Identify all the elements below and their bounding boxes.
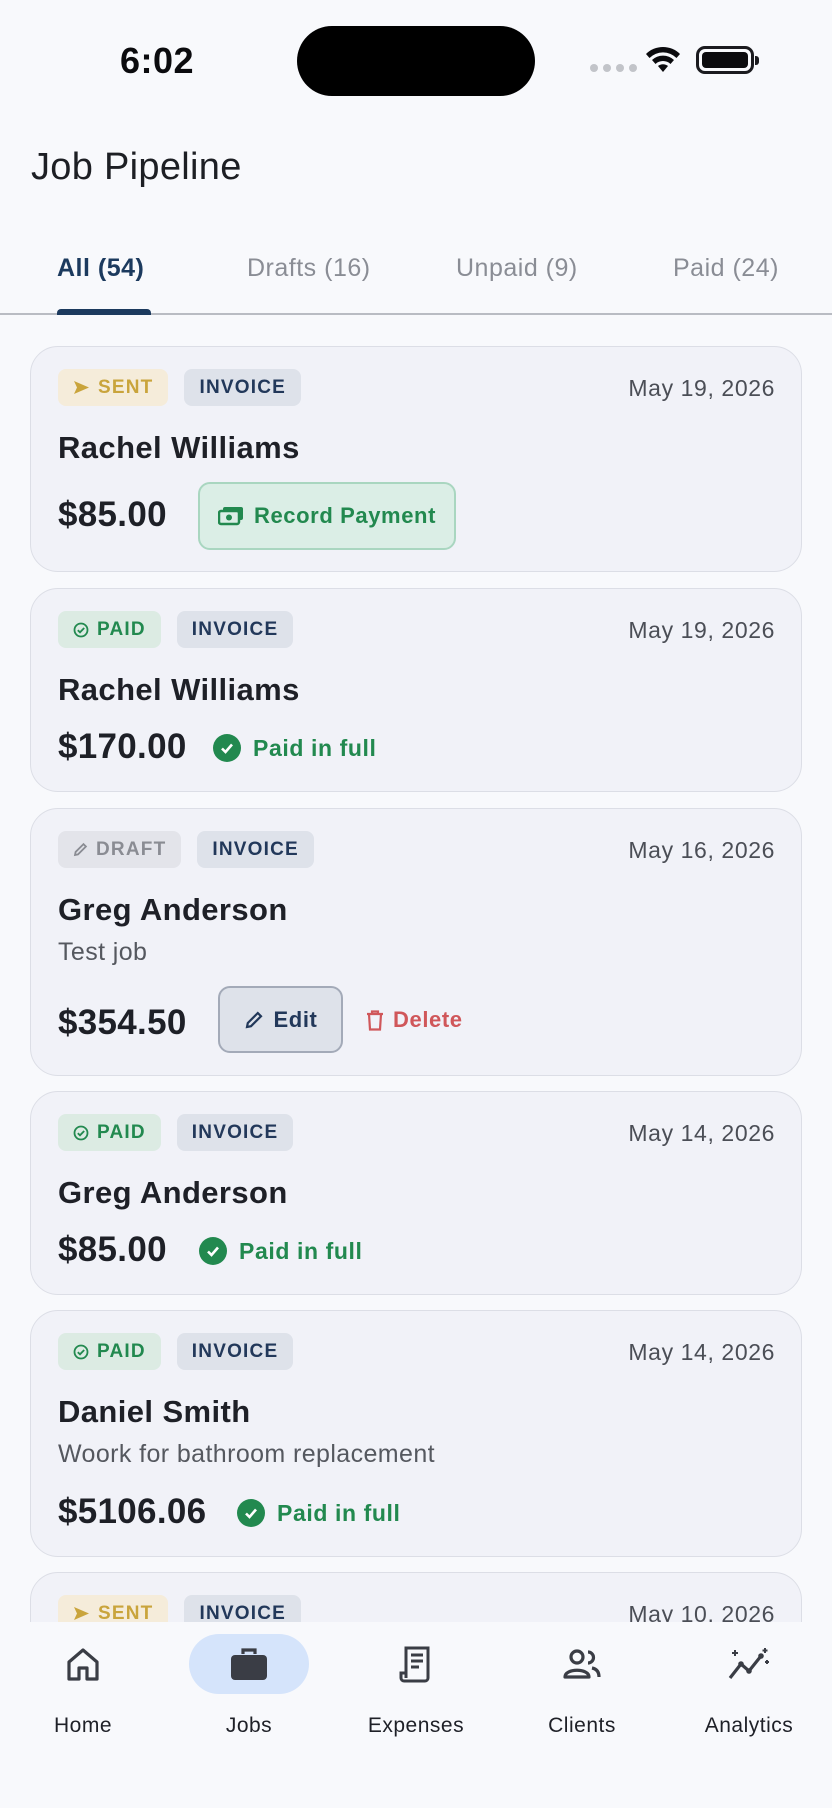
briefcase-icon	[231, 1648, 267, 1680]
check-circle-outline-icon	[73, 1125, 89, 1140]
send-icon	[74, 381, 89, 394]
job-amount: $354.50	[58, 1003, 187, 1042]
edit-button[interactable]: Edit	[218, 986, 343, 1053]
record-payment-button[interactable]: Record Payment	[198, 482, 456, 550]
status-badge: SENT	[58, 369, 169, 406]
job-amount: $5106.06	[58, 1492, 207, 1531]
check-circle-icon	[199, 1237, 227, 1265]
tab-paid[interactable]: Paid (24)	[673, 254, 779, 283]
type-badge: INVOICE	[176, 1114, 294, 1151]
job-date: May 14, 2026	[628, 1120, 775, 1146]
paid-in-full-status: Paid in full	[199, 1237, 362, 1265]
job-description: Woork for bathroom replacement	[58, 1440, 435, 1468]
nav-clients[interactable]: Clients	[499, 1622, 665, 1742]
job-card[interactable]: SENT INVOICE May 10, 2026	[30, 1572, 802, 1622]
trash-icon	[367, 1009, 383, 1031]
job-card[interactable]: DRAFT INVOICE May 16, 2026 Greg Anderson…	[30, 808, 802, 1076]
client-name: Daniel Smith	[58, 1394, 251, 1429]
job-date: May 19, 2026	[628, 617, 775, 643]
type-badge: INVOICE	[184, 369, 302, 406]
people-icon	[563, 1649, 601, 1679]
job-date: May 14, 2026	[628, 1339, 775, 1365]
nav-jobs[interactable]: Jobs	[166, 1622, 332, 1742]
analytics-icon	[728, 1648, 769, 1679]
status-time: 6:02	[120, 40, 195, 81]
client-name: Greg Anderson	[58, 1175, 288, 1210]
receipt-icon	[399, 1646, 430, 1683]
status-bar: 6:02	[0, 0, 832, 120]
client-name: Rachel Williams	[58, 430, 300, 465]
nav-analytics[interactable]: Analytics	[666, 1622, 832, 1742]
paid-in-full-status: Paid in full	[213, 734, 376, 762]
client-name: Rachel Williams	[58, 672, 300, 707]
check-circle-outline-icon	[73, 622, 89, 637]
status-badge: PAID	[58, 611, 161, 648]
filter-tabs: All (54) Drafts (16) Unpaid (9) Paid (24…	[0, 240, 832, 315]
paid-in-full-status: Paid in full	[237, 1499, 400, 1527]
delete-button[interactable]: Delete	[366, 1007, 463, 1033]
status-badge: PAID	[58, 1114, 161, 1151]
page-title: Job Pipeline	[31, 146, 242, 188]
status-badge: SENT	[58, 1595, 169, 1622]
job-card[interactable]: SENT INVOICE May 19, 2026 Rachel William…	[30, 346, 802, 572]
job-date: May 10, 2026	[628, 1601, 775, 1622]
wifi-icon	[646, 46, 680, 72]
job-date: May 16, 2026	[628, 837, 775, 863]
job-amount: $170.00	[58, 727, 187, 766]
client-name: Greg Anderson	[58, 892, 288, 927]
check-circle-outline-icon	[73, 1344, 89, 1359]
job-card[interactable]: PAID INVOICE May 14, 2026 Greg Anderson …	[30, 1091, 802, 1295]
pencil-icon	[245, 1010, 263, 1028]
send-icon	[74, 1607, 89, 1620]
check-circle-icon	[237, 1499, 265, 1527]
type-badge: INVOICE	[197, 831, 314, 868]
type-badge: INVOICE	[176, 611, 294, 648]
job-card[interactable]: PAID INVOICE May 19, 2026 Rachel William…	[30, 588, 802, 792]
nav-home[interactable]: Home	[0, 1622, 166, 1742]
tab-all[interactable]: All (54)	[57, 254, 144, 283]
tab-unpaid[interactable]: Unpaid (9)	[456, 254, 578, 283]
dynamic-island	[297, 26, 535, 96]
type-badge: INVOICE	[184, 1595, 302, 1622]
pencil-icon	[73, 842, 88, 857]
home-icon	[67, 1648, 99, 1681]
job-date: May 19, 2026	[628, 375, 775, 401]
job-description: Test job	[58, 938, 148, 966]
type-badge: INVOICE	[176, 1333, 294, 1370]
bottom-navigation: Home Jobs Expenses Clients Analytics	[0, 1622, 832, 1808]
cash-icon	[217, 507, 243, 526]
tab-drafts[interactable]: Drafts (16)	[247, 254, 371, 283]
job-list[interactable]: SENT INVOICE May 19, 2026 Rachel William…	[0, 315, 832, 1622]
status-badge: PAID	[58, 1333, 161, 1370]
job-card[interactable]: PAID INVOICE May 14, 2026 Daniel Smith W…	[30, 1310, 802, 1557]
job-amount: $85.00	[58, 1230, 167, 1269]
check-circle-icon	[213, 734, 241, 762]
job-amount: $85.00	[58, 495, 167, 534]
cellular-signal-icon	[590, 64, 637, 72]
battery-icon	[696, 46, 759, 74]
status-badge: DRAFT	[58, 831, 182, 868]
nav-expenses[interactable]: Expenses	[333, 1622, 499, 1742]
